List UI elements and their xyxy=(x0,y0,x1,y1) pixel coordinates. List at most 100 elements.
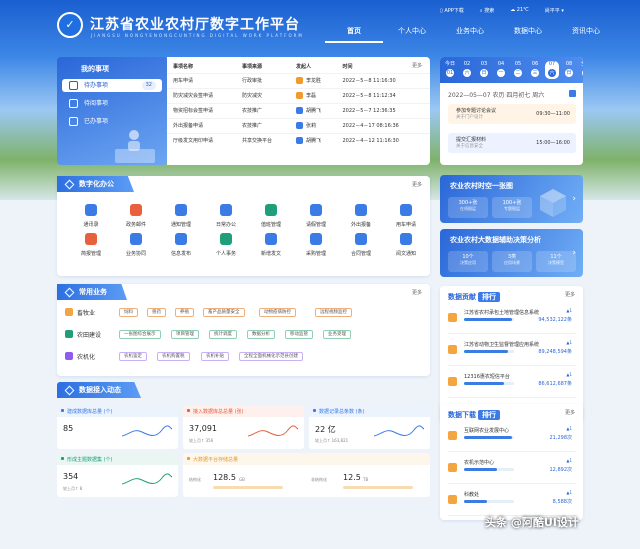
rank-item[interactable]: 互联网农业发展中心 21,298次 ▲1 xyxy=(448,424,576,452)
office-app-icon[interactable] xyxy=(265,233,277,245)
business-icon xyxy=(65,330,73,338)
current-date: 2022—05—07 农历 四月初七 周六 xyxy=(448,92,545,99)
office-app-icon[interactable] xyxy=(310,233,322,245)
calendar-day[interactable]: 06 三 xyxy=(528,61,542,79)
office-app-label[interactable]: 业务协同 xyxy=(116,250,156,257)
rank-item[interactable]: 12316惠农短信平台 86,612,687条 ▲1 xyxy=(448,370,576,398)
office-app-icon[interactable] xyxy=(130,233,142,245)
business-tag[interactable]: 兽药 xyxy=(147,308,166,317)
arrow-right-icon[interactable]: › xyxy=(572,248,576,258)
business-tag[interactable]: 项目管理 xyxy=(171,330,199,339)
calendar-day[interactable]: 全部五 xyxy=(579,61,583,79)
calendar-day[interactable]: 04 一 xyxy=(494,61,508,79)
office-app-label[interactable]: 合同管理 xyxy=(341,250,381,257)
rank-icon xyxy=(448,377,457,386)
calendar-day[interactable]: 05 二 xyxy=(511,61,525,79)
office-app-icon[interactable] xyxy=(355,233,367,245)
calendar-day[interactable]: 07 六 xyxy=(545,61,559,79)
table-row[interactable]: 用车申请 行政审批 李龙胜 2022－5－8 11:16:30 xyxy=(167,73,430,89)
business-tag[interactable]: 数据分析 xyxy=(247,330,275,339)
rank-item[interactable]: 江苏省动物卫生监督管理应用系统 89,248,594条 ▲1 xyxy=(448,338,576,366)
task-name[interactable]: 用车申请 xyxy=(167,73,236,89)
office-app-label[interactable]: 用车申请 xyxy=(386,221,426,228)
office-app-icon[interactable] xyxy=(220,204,232,216)
task-name[interactable]: 防灾减灾会签申请 xyxy=(167,88,236,104)
business-tag[interactable]: 移动监管 xyxy=(285,330,313,339)
nav-business[interactable]: 业务中心 xyxy=(441,26,499,43)
nav-news[interactable]: 资讯中心 xyxy=(557,26,615,43)
task-time: 2022－5－7 12:36:35 xyxy=(336,103,430,119)
office-app-icon[interactable] xyxy=(310,204,322,216)
office-app-label[interactable]: 日常办公 xyxy=(206,221,246,228)
office-app-icon[interactable] xyxy=(175,204,187,216)
todo-item-to-read[interactable]: 待阅事项 xyxy=(62,97,162,110)
business-tag[interactable]: 远程视频监控 xyxy=(315,308,352,317)
office-app-label[interactable]: 信息发布 xyxy=(161,250,201,257)
office-app-icon[interactable] xyxy=(355,204,367,216)
search-link[interactable]: ⌕ 搜索 xyxy=(480,7,494,14)
office-app-label[interactable]: 值班管理 xyxy=(251,221,291,228)
office-app-icon[interactable] xyxy=(265,204,277,216)
business-tag[interactable]: 动物疫病防控 xyxy=(259,308,296,317)
office-app-label[interactable]: 请假管理 xyxy=(296,221,336,228)
office-app-label[interactable]: 通讯录 xyxy=(71,221,111,228)
office-app-icon[interactable] xyxy=(220,233,232,245)
business-tag[interactable]: 一张图综合展示 xyxy=(119,330,161,339)
nav-home[interactable]: 首页 xyxy=(325,26,383,43)
business-more-link[interactable]: 更多 xyxy=(412,289,422,296)
nav-personal[interactable]: 个人中心 xyxy=(383,26,441,43)
task-name[interactable]: 外出报备申请 xyxy=(167,118,236,134)
office-app-label[interactable]: 外出报备 xyxy=(341,221,381,228)
table-row[interactable]: 物资招标会签申请 农技推广 胡腾飞 2022－5－7 12:36:35 xyxy=(167,103,430,119)
business-tag[interactable]: 统计调度 xyxy=(209,330,237,339)
rank-item[interactable]: 科教处 8,588次 ▲1 xyxy=(448,488,576,516)
site-logo-icon[interactable]: ✓ xyxy=(57,12,83,38)
task-source: 农技推广 xyxy=(236,118,290,134)
task-name[interactable]: 厅级发文用印申请 xyxy=(167,133,236,148)
download-more-link[interactable]: 更多 xyxy=(565,409,575,416)
table-row[interactable]: 厅级发文用印申请 共享交换平台 胡腾飞 2022－4－12 11:16:30 xyxy=(167,133,430,148)
calendar-day[interactable]: 08 日 xyxy=(562,61,576,79)
office-app-icon[interactable] xyxy=(400,233,412,245)
rank-item[interactable]: 江苏省农村承包土地管理信息系统 94,532,122条 ▲1 xyxy=(448,306,576,334)
business-tag[interactable]: 畜产品质量安全 xyxy=(203,308,245,317)
office-app-label[interactable]: 阅文通知 xyxy=(386,250,426,257)
user-menu[interactable]: 尚平平 ▾ xyxy=(545,7,564,14)
arrow-right-icon[interactable]: › xyxy=(572,194,576,204)
office-app-label[interactable]: 个人事务 xyxy=(206,250,246,257)
office-app-icon[interactable] xyxy=(400,204,412,216)
business-tag[interactable]: 全程全面机械化示范县创建 xyxy=(239,352,303,361)
nav-data[interactable]: 数据中心 xyxy=(499,26,557,43)
office-app-label[interactable]: 简报管理 xyxy=(71,250,111,257)
calendar-day[interactable]: 今日 01 xyxy=(443,61,457,79)
table-row[interactable]: 防灾减灾会签申请 防灾减灾 李磊 2022－5－8 11:12:34 xyxy=(167,88,430,104)
office-app-icon[interactable] xyxy=(175,233,187,245)
office-app-label[interactable]: 通知管理 xyxy=(161,221,201,228)
app-download-link[interactable]: ▯ APP下载 xyxy=(440,7,464,14)
contribution-more-link[interactable]: 更多 xyxy=(565,291,575,298)
business-tag[interactable]: 养殖 xyxy=(175,308,194,317)
todo-item-pending[interactable]: 待办事项 32 xyxy=(62,79,162,92)
calendar-day[interactable]: 02 六 xyxy=(460,61,474,79)
spatial-map-card[interactable]: 农业农村时空一张图 300+张 在线图层 100+张 专题图层 › xyxy=(440,175,583,223)
office-app-icon[interactable] xyxy=(85,204,97,216)
table-row[interactable]: 外出报备申请 农技推广 张莉 2022－4－17 08:16:36 xyxy=(167,118,430,134)
rank-item[interactable]: 农机示范中心 12,892次 ▲1 xyxy=(448,456,576,484)
office-more-link[interactable]: 更多 xyxy=(412,181,422,188)
business-tag[interactable]: 农机补贴 xyxy=(201,352,229,361)
calendar-day[interactable]: 03 日 xyxy=(477,61,491,79)
office-app-label[interactable]: 政务邮件 xyxy=(116,221,156,228)
business-tag[interactable]: 农机购置税 xyxy=(157,352,190,361)
decision-analysis-card[interactable]: 农业农村大数据辅助决策分析 10个 决策应用 3类 应用场景 11个 决策模型 › xyxy=(440,229,583,277)
calendar-expand-icon[interactable] xyxy=(569,90,576,97)
task-name[interactable]: 物资招标会签申请 xyxy=(167,103,236,119)
office-app-icon[interactable] xyxy=(130,204,142,216)
office-app-label[interactable]: 采购管理 xyxy=(296,250,336,257)
office-app-icon[interactable] xyxy=(85,233,97,245)
business-tag[interactable]: 业务受理 xyxy=(323,330,351,339)
business-tag[interactable]: 饲料 xyxy=(119,308,138,317)
office-app-label[interactable]: 新增发文 xyxy=(251,250,291,257)
calendar-event[interactable]: 提交汇报材料 关于信息安全 15:00—16:00 xyxy=(448,133,576,153)
business-tag[interactable]: 农机鉴定 xyxy=(119,352,147,361)
calendar-event[interactable]: 参加专题讨论会议 关于门户设计 09:30—11:00 xyxy=(448,104,576,124)
